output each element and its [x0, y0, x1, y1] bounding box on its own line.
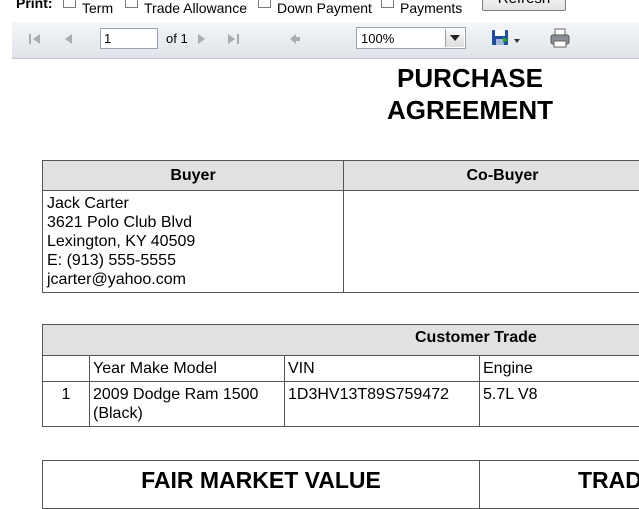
prev-page-icon[interactable] — [60, 30, 78, 48]
report-title: PURCHASE AGREEMENT — [330, 62, 610, 126]
buyer-table: Buyer Co-Buyer Jack Carter 3621 Polo Clu… — [42, 160, 639, 293]
trade-allowance-label: Trade Allowance — [144, 0, 247, 18]
trade-allowance-checkbox[interactable] — [125, 0, 138, 8]
buyer-street: 3621 Polo Club Blvd — [47, 213, 339, 232]
trade-row-engine: 5.7L V8 — [480, 382, 639, 427]
trade-header-partial: TRAD — [480, 461, 639, 509]
next-page-icon[interactable] — [192, 30, 210, 48]
print-icon[interactable] — [549, 27, 571, 45]
fair-market-value-table: FAIR MARKET VALUE TRAD — [42, 460, 639, 509]
customer-trade-table: Customer Trade Year Make Model VIN Engin… — [42, 324, 639, 427]
print-label: Print: — [16, 0, 53, 13]
customer-trade-header: Customer Trade — [43, 325, 639, 356]
report-toolbar: of 1 100% — [12, 22, 639, 59]
zoom-select[interactable]: 100% — [356, 27, 466, 49]
last-page-icon[interactable] — [224, 30, 242, 48]
buyer-city: Lexington, KY 40509 — [47, 232, 339, 251]
chevron-down-icon[interactable] — [445, 29, 464, 47]
first-page-icon[interactable] — [26, 30, 44, 48]
col-ymm-header: Year Make Model — [90, 356, 285, 382]
buyer-phone: E: (913) 555-5555 — [47, 251, 339, 270]
back-icon[interactable] — [286, 30, 304, 48]
page-count-label: of 1 — [166, 31, 188, 46]
report-title-line2: AGREEMENT — [330, 94, 610, 126]
down-payment-label: Down Payment — [277, 0, 372, 18]
trade-row-ymm: 2009 Dodge Ram 1500 (Black) — [90, 382, 285, 427]
col-vin-header: VIN — [285, 356, 480, 382]
trade-row-vin: 1D3HV13T89S759472 — [285, 382, 480, 427]
payments-label: Payments — [400, 0, 462, 18]
print-options-bar: Print: Term Trade Allowance Down Payment… — [0, 0, 639, 19]
co-buyer-info — [344, 191, 639, 293]
report-title-line1: PURCHASE — [330, 62, 610, 94]
payments-checkbox[interactable] — [381, 0, 394, 8]
buyer-header: Buyer — [43, 161, 344, 191]
page-number-input[interactable] — [100, 28, 158, 49]
col-number-header — [43, 356, 90, 382]
down-payment-checkbox[interactable] — [258, 0, 271, 8]
trade-row-number: 1 — [43, 382, 90, 427]
zoom-value: 100% — [361, 31, 394, 46]
buyer-name: Jack Carter — [47, 194, 339, 213]
term-label: Term — [82, 0, 113, 18]
refresh-button[interactable]: Refresh — [482, 0, 566, 11]
export-icon[interactable] — [490, 27, 524, 45]
buyer-email: jcarter@yahoo.com — [47, 270, 339, 289]
term-checkbox[interactable] — [63, 0, 76, 8]
buyer-info: Jack Carter 3621 Polo Club Blvd Lexingto… — [43, 191, 344, 293]
fmv-header: FAIR MARKET VALUE — [43, 461, 480, 509]
table-row: 1 2009 Dodge Ram 1500 (Black) 1D3HV13T89… — [43, 382, 639, 427]
co-buyer-header: Co-Buyer — [344, 161, 639, 191]
col-engine-header: Engine — [480, 356, 639, 382]
